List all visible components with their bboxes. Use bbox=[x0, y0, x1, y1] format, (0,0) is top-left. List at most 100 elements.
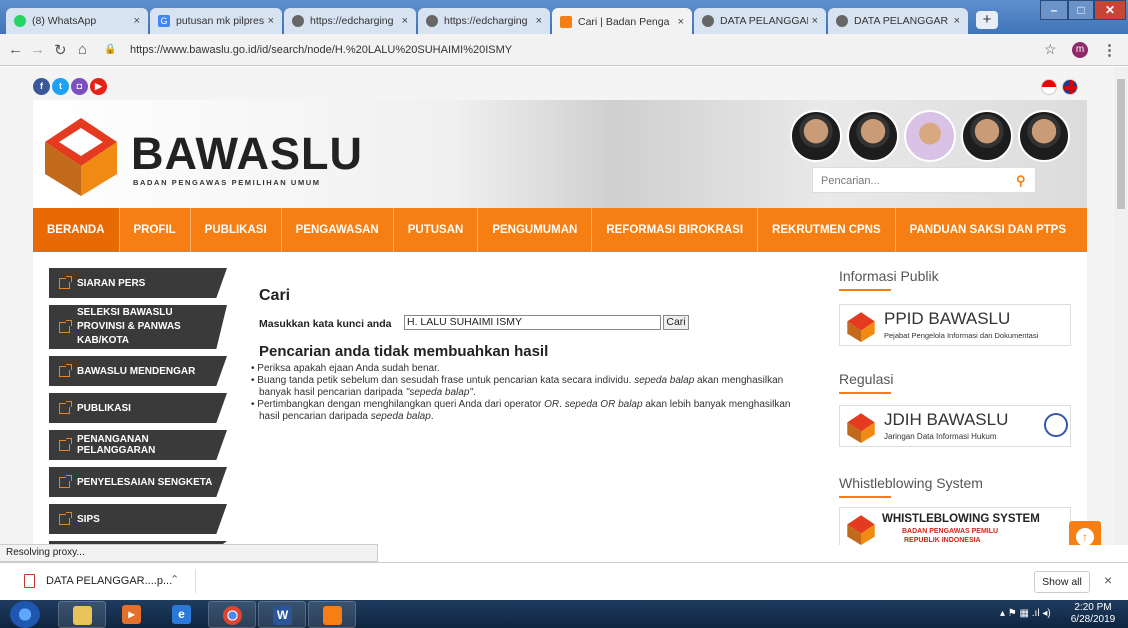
twitter-icon[interactable]: t bbox=[52, 78, 69, 95]
banner-subtitle: BADAN PENGAWAS PEMILU bbox=[902, 528, 999, 535]
reload-icon[interactable]: ↻ bbox=[54, 41, 67, 59]
nav-pengawasan[interactable]: PENGAWASAN bbox=[282, 208, 394, 252]
facebook-icon[interactable]: f bbox=[33, 78, 50, 95]
jdih-banner[interactable]: JDIH BAWASLU Jaringan Data Informasi Huk… bbox=[839, 405, 1071, 447]
whistleblowing-banner[interactable]: WHISTLEBLOWING SYSTEM BADAN PENGAWAS PEM… bbox=[839, 507, 1071, 545]
forward-arrow-icon[interactable]: → bbox=[30, 41, 45, 58]
uk-flag-icon[interactable] bbox=[1062, 79, 1078, 95]
brand-subtitle: BADAN PENGAWAS PEMILIHAN UMUM bbox=[133, 178, 321, 187]
close-window-button[interactable]: ✕ bbox=[1094, 0, 1126, 20]
page-title: Cari bbox=[259, 287, 291, 304]
maximize-button[interactable]: □ bbox=[1068, 0, 1094, 20]
tab-label: DATA PELANGGAR bbox=[854, 15, 949, 27]
site-search-input[interactable]: Pencarian... bbox=[812, 167, 1036, 193]
start-button[interactable] bbox=[10, 601, 40, 628]
tab-google[interactable]: G putusan mk pilpres × bbox=[150, 8, 282, 34]
taskbar-bawaslu[interactable] bbox=[308, 601, 356, 628]
nav-panduan-saksi[interactable]: PANDUAN SAKSI DAN PTPS bbox=[896, 208, 1080, 252]
scrollbar-thumb[interactable] bbox=[1117, 79, 1125, 209]
nav-putusan[interactable]: PUTUSAN bbox=[394, 208, 479, 252]
close-icon[interactable]: × bbox=[678, 16, 684, 28]
nav-beranda[interactable]: BERANDA bbox=[33, 208, 120, 252]
sidebar-item-penanganan[interactable]: PENANGANAN PELANGGARAN bbox=[49, 430, 227, 460]
bawaslu-logo-icon[interactable] bbox=[41, 112, 121, 196]
tip-example: sepeda balap bbox=[370, 411, 431, 422]
ppid-banner[interactable]: PPID BAWASLU Pejabat Pengelola Informasi… bbox=[839, 304, 1071, 346]
sidebar-label: PENANGANAN PELANGGARAN bbox=[77, 434, 156, 456]
sidebar-item-mendengar[interactable]: BAWASLU MENDENGAR bbox=[49, 356, 227, 386]
nav-publikasi[interactable]: PUBLIKASI bbox=[191, 208, 282, 252]
home-icon[interactable]: ⌂ bbox=[78, 41, 87, 58]
divider bbox=[195, 569, 196, 593]
sidebar-item-seleksi[interactable]: SELEKSI BAWASLU PROVINSI & PANWAS KAB/KO… bbox=[49, 305, 227, 349]
url-field[interactable]: https://www.bawaslu.go.id/id/search/node… bbox=[118, 39, 1060, 61]
taskbar-file-explorer[interactable] bbox=[58, 601, 106, 628]
chevron-up-icon[interactable]: ⌃ bbox=[170, 573, 179, 586]
section-heading-regulasi: Regulasi bbox=[839, 371, 894, 387]
tip-text: . bbox=[472, 387, 476, 398]
tab-data-pelanggar-2[interactable]: DATA PELANGGAR × bbox=[828, 8, 968, 34]
search-submit-button[interactable]: Cari bbox=[663, 315, 689, 330]
edit-icon bbox=[59, 402, 70, 414]
indonesia-flag-icon[interactable] bbox=[1041, 79, 1057, 95]
sidebar-item-sips[interactable]: SIPS bbox=[49, 504, 227, 534]
lock-icon: 🔒 bbox=[104, 44, 117, 55]
tip-example: sepeda balap bbox=[634, 375, 695, 386]
search-icon[interactable]: ⚲ bbox=[1016, 173, 1026, 189]
tab-label: https://edcharging bbox=[444, 15, 528, 27]
commissioner-photo-4 bbox=[961, 110, 1013, 162]
close-icon[interactable]: × bbox=[402, 15, 408, 27]
page-scrollbar[interactable] bbox=[1114, 67, 1128, 545]
globe-icon bbox=[702, 15, 714, 27]
sidebar-item-publikasi[interactable]: PUBLIKASI bbox=[49, 393, 227, 423]
bookmark-star-icon[interactable]: ☆ bbox=[1044, 41, 1057, 58]
nav-profil[interactable]: PROFIL bbox=[120, 208, 191, 252]
tab-edcharging-2[interactable]: https://edcharging × bbox=[418, 8, 550, 34]
address-bar-row: ← → ↻ ⌂ 🔒 https://www.bawaslu.go.id/id/s… bbox=[0, 34, 1128, 66]
nav-rekrutmen-cpns[interactable]: REKRUTMEN CPNS bbox=[758, 208, 896, 252]
back-arrow-icon[interactable]: ← bbox=[8, 41, 23, 58]
youtube-icon[interactable]: ▶ bbox=[90, 78, 107, 95]
edit-icon bbox=[59, 439, 70, 451]
minimize-button[interactable]: – bbox=[1040, 0, 1068, 20]
scroll-to-top-button[interactable]: ↑ bbox=[1069, 521, 1101, 545]
tip-example: sepeda OR balap bbox=[564, 399, 643, 410]
sidebar-item-siaran-pers[interactable]: SIARAN PERS bbox=[49, 268, 227, 298]
globe-icon bbox=[292, 15, 304, 27]
close-download-bar-icon[interactable]: × bbox=[1104, 572, 1112, 588]
tab-bawaslu-active[interactable]: Cari | Badan Penga × bbox=[552, 8, 692, 35]
heading-underline bbox=[839, 392, 891, 394]
tray-icons[interactable]: ▴ ⚑ ▦ .ıl ◂) bbox=[1000, 608, 1051, 619]
banner-subtitle: Jaringan Data Informasi Hukum bbox=[884, 432, 997, 441]
tab-data-pelanggar-1[interactable]: DATA PELANGGAR × bbox=[694, 8, 826, 34]
word-icon: W bbox=[273, 606, 292, 625]
taskbar-word[interactable]: W bbox=[258, 601, 306, 628]
tab-whatsapp[interactable]: (8) WhatsApp × bbox=[6, 8, 148, 34]
close-icon[interactable]: × bbox=[268, 15, 274, 27]
clock-time[interactable]: 2:20 PM bbox=[1066, 602, 1120, 613]
nav-pengumuman[interactable]: PENGUMUMAN bbox=[478, 208, 593, 252]
close-icon[interactable]: × bbox=[812, 15, 818, 27]
taskbar-ie[interactable]: e bbox=[158, 601, 206, 628]
menu-kebab-icon[interactable]: ⋮ bbox=[1102, 41, 1117, 59]
taskbar-chrome[interactable] bbox=[208, 601, 256, 628]
new-tab-button[interactable]: + bbox=[976, 11, 998, 29]
tab-edcharging-1[interactable]: https://edcharging × bbox=[284, 8, 416, 34]
clock-date[interactable]: 6/28/2019 bbox=[1066, 614, 1120, 625]
commissioner-photo-3 bbox=[904, 110, 956, 162]
close-icon[interactable]: × bbox=[954, 15, 960, 27]
show-all-button[interactable]: Show all bbox=[1034, 571, 1090, 593]
edit-icon bbox=[59, 365, 70, 377]
keyword-input[interactable]: H. LALU SUHAIMI ISMY bbox=[404, 315, 661, 330]
download-filename[interactable]: DATA PELANGGAR....p... bbox=[46, 575, 172, 587]
commissioner-photo-2 bbox=[847, 110, 899, 162]
close-icon[interactable]: × bbox=[134, 15, 140, 27]
profile-avatar[interactable]: m bbox=[1072, 42, 1088, 58]
sidebar-label: SIPS bbox=[77, 513, 100, 525]
sidebar-item-sengketa[interactable]: PENYELESAIAN SENGKETA bbox=[49, 467, 227, 497]
tip-example: OR bbox=[544, 399, 560, 410]
nav-reformasi-birokrasi[interactable]: REFORMASI BIROKRASI bbox=[592, 208, 759, 252]
taskbar-media[interactable]: ▸ bbox=[108, 601, 156, 628]
instagram-icon[interactable]: ◘ bbox=[71, 78, 88, 95]
close-icon[interactable]: × bbox=[536, 15, 542, 27]
